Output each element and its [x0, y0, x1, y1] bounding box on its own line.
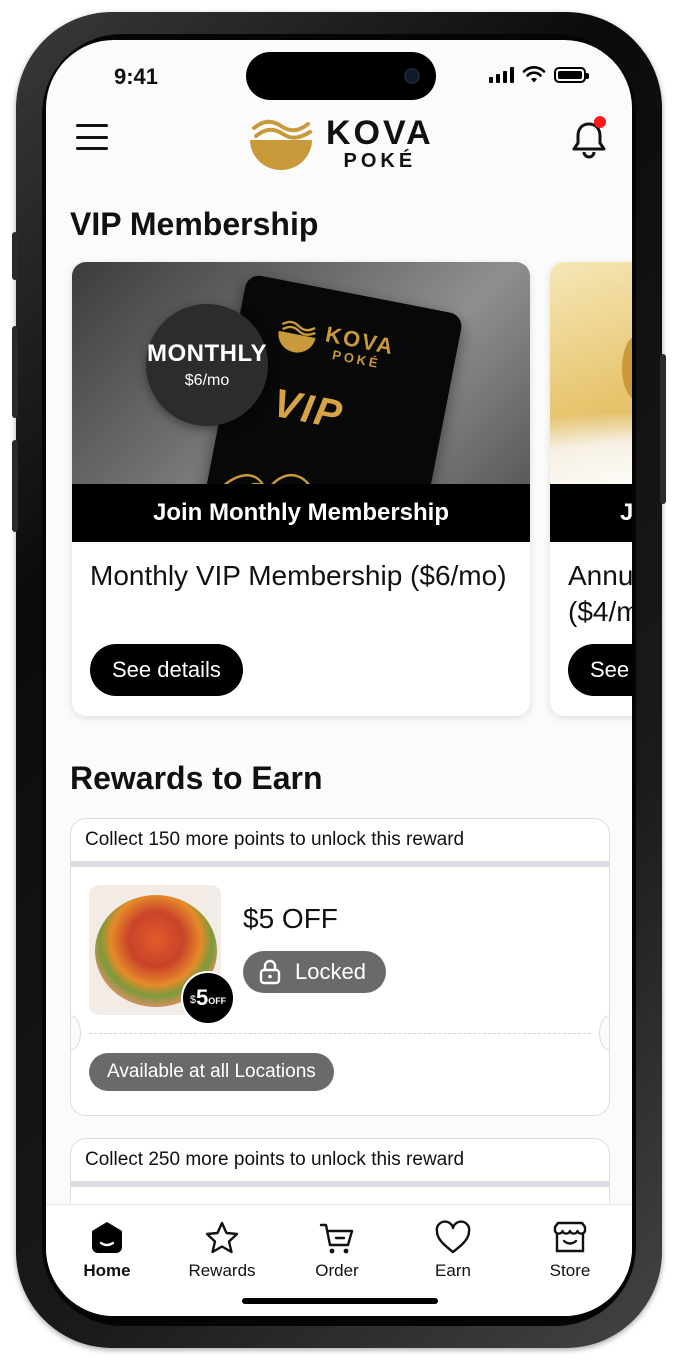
logo-text-poke: POKÉ: [343, 150, 417, 172]
reward-title: $5 OFF: [243, 903, 338, 934]
menu-icon[interactable]: [76, 124, 108, 150]
tab-label: Store: [549, 1261, 591, 1280]
dynamic-island: [246, 52, 436, 100]
app-header: KOVA POKÉ: [46, 110, 632, 186]
rewards-section-title: Rewards to Earn: [70, 760, 323, 796]
badge-price: $6/mo: [184, 372, 230, 389]
status-icons: [489, 66, 589, 84]
vip-card-name: Monthly VIP Membership ($6/mo): [90, 560, 507, 591]
tab-order[interactable]: Order: [282, 1219, 392, 1281]
vip-card-image-annual: [550, 262, 632, 484]
badge-amount: 5: [195, 985, 209, 1010]
tab-label: Order: [315, 1261, 359, 1280]
notification-dot: [594, 116, 606, 128]
vip-card-annual[interactable]: J Annu ($4/m See d: [550, 262, 632, 716]
poke-bowl-image: $ 5 OFF: [89, 885, 235, 1025]
badge-title: MONTHLY: [147, 340, 267, 367]
reward-points-needed: Collect 150 more points to unlock this r…: [71, 819, 609, 867]
discount-badge: $ 5 OFF: [181, 971, 235, 1025]
tab-label: Earn: [435, 1261, 471, 1280]
cloud-graphic: [550, 414, 632, 484]
card-vip-text: VIP: [269, 381, 348, 438]
reward-points-needed: Collect 250 more points to unlock this r…: [71, 1139, 609, 1187]
tab-store[interactable]: Store: [515, 1219, 625, 1281]
ticket-notch-left: [71, 1015, 81, 1051]
gold-coin-graphic: [622, 336, 632, 400]
home-icon: [92, 1222, 122, 1253]
status-time: 9:41: [114, 64, 159, 89]
lock-icon: [259, 959, 281, 985]
vip-card-image: KOVA POKÉ VIP MONTHLY $6/mo: [72, 262, 530, 484]
ticket-divider: [89, 1033, 591, 1034]
tab-label: Rewards: [188, 1261, 256, 1280]
see-details-button-annual[interactable]: See d: [568, 644, 632, 696]
join-annual-button[interactable]: J: [550, 484, 632, 542]
screen: 9:41 KOVA POKÉ VIP Membership KOVA POKÉ …: [46, 40, 632, 1316]
locked-label: Locked: [295, 959, 366, 984]
bowl-logo-icon: [250, 119, 312, 170]
heart-icon: [435, 1220, 471, 1254]
wave-pattern-icon: [214, 474, 414, 484]
tab-earn[interactable]: Earn: [398, 1219, 508, 1281]
badge-off: OFF: [208, 996, 227, 1006]
wifi-icon: [522, 66, 546, 83]
volume-down-button: [12, 440, 18, 532]
tab-home[interactable]: Home: [52, 1219, 162, 1281]
ticket-notch-right: [599, 1015, 609, 1051]
locked-status: Locked: [243, 951, 386, 993]
battery-icon: [554, 67, 589, 83]
vip-card-name-annual: Annu ($4/m: [568, 560, 632, 627]
card-bowl-logo-icon: [278, 320, 316, 353]
availability-tag: Available at all Locations: [89, 1053, 334, 1091]
tab-rewards[interactable]: Rewards: [167, 1219, 277, 1281]
join-monthly-button[interactable]: Join Monthly Membership: [72, 484, 530, 542]
power-button: [660, 354, 666, 504]
star-icon: [205, 1221, 239, 1254]
volume-up-button: [12, 326, 18, 418]
camera-icon: [404, 68, 420, 84]
logo-text-kova: KOVA: [326, 114, 434, 152]
reward-card[interactable]: Collect 150 more points to unlock this r…: [70, 818, 610, 1116]
reward-body: $ 5 OFF $5 OFF Locked Available at all L…: [71, 867, 609, 1107]
vip-section-title: VIP Membership: [70, 206, 319, 242]
card-logo: KOVA POKÉ: [274, 314, 397, 373]
tab-label: Home: [83, 1261, 131, 1280]
see-details-button[interactable]: See details: [90, 644, 243, 696]
signal-icon: [489, 67, 514, 83]
cart-icon: [319, 1223, 354, 1254]
home-indicator[interactable]: [242, 1298, 438, 1304]
vip-card-monthly[interactable]: KOVA POKÉ VIP MONTHLY $6/mo Join Monthly…: [72, 262, 530, 716]
mute-switch: [12, 232, 18, 280]
monthly-price-badge: MONTHLY $6/mo: [146, 304, 268, 426]
store-icon: [553, 1221, 587, 1253]
brand-logo: KOVA POKÉ: [248, 116, 434, 172]
